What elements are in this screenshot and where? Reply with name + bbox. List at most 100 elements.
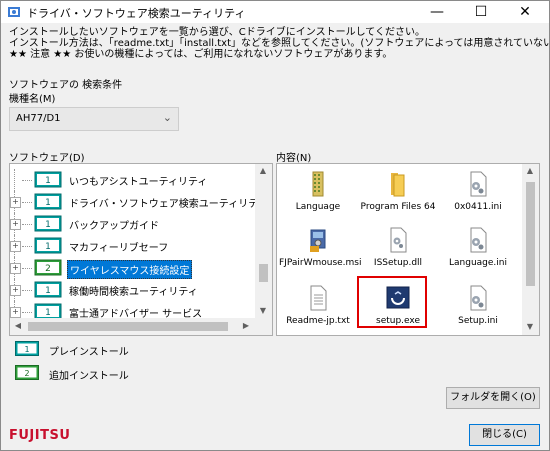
preinstall-badge-icon: 1 [34, 193, 62, 210]
tree-vertical-scrollbar[interactable]: ▲ ▼ [255, 164, 272, 318]
tree-item-label: 稼働時間検索ユーティリティ [69, 287, 198, 298]
window-title: ドライバ・ソフトウェア検索ユーティリティ [27, 7, 246, 20]
preinstall-badge-icon: 1 [34, 171, 62, 188]
file-name: FJPairWmouse.msi [279, 258, 362, 268]
scroll-up-arrow-icon[interactable]: ▲ [255, 166, 271, 175]
file-view-vertical-scrollbar[interactable]: ▲ ▼ [522, 164, 539, 335]
file-item[interactable]: Language [279, 170, 357, 216]
scroll-down-arrow-icon[interactable]: ▼ [522, 322, 538, 331]
scroll-thumb[interactable] [259, 264, 268, 282]
badge-number: 1 [45, 198, 51, 208]
additional-install-badge-icon: 2 [34, 259, 62, 276]
folder-icon-dotted [312, 171, 324, 197]
model-label: 機種名(M) [9, 94, 56, 105]
instructions: インストールしたいソフトウェアを一覧から選び、Cドライブにインストールしてくださ… [9, 27, 549, 60]
file-name: Setup.ini [458, 316, 498, 326]
preinstall-badge-icon: 1 [34, 281, 62, 298]
ini-file-icon [470, 227, 487, 253]
contents-label: 内容(N) [276, 153, 312, 164]
expand-icon[interactable]: + [10, 263, 21, 274]
warning-line: ★★ 注意 ★★ お使いの機種によっては、ご利用になれないソフトウェアがあります… [9, 49, 393, 60]
title-bar: ドライバ・ソフトウェア検索ユーティリティ — ☐ ✕ [1, 1, 549, 23]
expand-icon[interactable]: + [10, 241, 21, 252]
badge-number: 1 [45, 286, 51, 296]
tree-connector [22, 180, 32, 181]
tree-item[interactable]: + 1 稼働時間検索ユーティリティ [10, 279, 260, 301]
app-icon [8, 7, 20, 17]
msi-installer-icon [310, 229, 326, 252]
file-item[interactable]: Language.ini [439, 226, 517, 272]
file-item[interactable]: 0x0411.ini [439, 170, 517, 216]
badge-number: 1 [45, 176, 51, 186]
additional-install-badge-icon: 2 [15, 365, 39, 380]
instruction-line: インストール方法は、「readme.txt」「install.txt」などを参照… [9, 38, 549, 49]
tree-connector [22, 290, 32, 291]
tree-item[interactable]: + 1 ドライバ・ソフトウェア検索ユーティリティ [10, 191, 268, 213]
expand-icon[interactable]: + [10, 285, 21, 296]
open-folder-button[interactable]: フォルダを開く(O) [446, 387, 540, 409]
tree-item[interactable]: + 1 バックアップガイド [10, 213, 260, 235]
ini-file-icon [470, 285, 487, 311]
file-name: Program Files 64 [360, 202, 436, 212]
dll-file-icon [390, 227, 407, 253]
close-button[interactable]: 閉じる(C) [469, 424, 540, 446]
tree-connector [22, 224, 32, 225]
instruction-line: インストールしたいソフトウェアを一覧から選び、Cドライブにインストールしてくださ… [9, 27, 425, 38]
scroll-up-arrow-icon[interactable]: ▲ [522, 166, 538, 175]
scroll-left-arrow-icon[interactable]: ◀ [10, 321, 26, 330]
text-file-icon [310, 285, 327, 311]
tree-item-selected[interactable]: + 2 ワイヤレスマウス接続設定 [10, 257, 260, 279]
file-item[interactable]: Readme-jp.txt [279, 284, 357, 330]
minimize-button[interactable]: — [417, 1, 457, 23]
file-item[interactable]: Setup.ini [439, 284, 517, 330]
folder-icon [391, 173, 405, 197]
setup-highlight-box [357, 276, 427, 328]
badge-number: 2 [24, 369, 29, 378]
model-select[interactable]: AH77/D1 ⌄ [9, 107, 179, 131]
tree-connector [22, 268, 32, 269]
tree-item[interactable]: 1 いつもアシストユーティリティ [10, 169, 260, 191]
file-item[interactable]: FJPairWmouse.msi [279, 226, 362, 272]
tree-item[interactable]: + 1 マカフィーリブセーフ [10, 235, 260, 257]
file-name: Language [295, 202, 341, 212]
model-select-value: AH77/D1 [16, 113, 61, 124]
maximize-button[interactable]: ☐ [461, 1, 501, 23]
scroll-thumb[interactable] [526, 182, 535, 286]
file-item[interactable]: ISSetup.dll [359, 226, 437, 272]
badge-number: 1 [45, 308, 51, 318]
software-tree[interactable]: 1 いつもアシストユーティリティ + 1 ドライバ・ソフトウェア検索ユーティリテ… [9, 163, 273, 336]
search-conditions-heading: ソフトウェアの 検索条件 [9, 80, 123, 91]
badge-number: 1 [45, 220, 51, 230]
file-name: 0x0411.ini [454, 202, 502, 212]
expand-icon[interactable]: + [10, 219, 21, 230]
tree-connector [22, 202, 32, 203]
scroll-right-arrow-icon[interactable]: ▶ [238, 321, 254, 330]
software-label: ソフトウェア(D) [9, 153, 85, 164]
tree-connector [22, 246, 32, 247]
close-window-button[interactable]: ✕ [505, 1, 545, 23]
chevron-down-icon: ⌄ [162, 111, 172, 124]
badge-number: 1 [24, 345, 29, 354]
tree-item-label: ドライバ・ソフトウェア検索ユーティリティ [69, 199, 268, 210]
scroll-down-arrow-icon[interactable]: ▼ [255, 306, 271, 315]
expand-icon[interactable]: + [10, 307, 21, 318]
preinstall-badge-icon: 1 [34, 237, 62, 254]
file-item[interactable]: Program Files 64 [359, 170, 437, 216]
fujitsu-logo: FUJITSU [9, 428, 71, 443]
legend-preinstall-label: プレインストール [49, 347, 129, 358]
file-name: Readme-jp.txt [286, 316, 350, 326]
tree-item-label: マカフィーリブセーフ [69, 243, 169, 254]
file-name: Language.ini [449, 258, 507, 268]
tree-horizontal-scrollbar[interactable]: ◀ ▶ [10, 318, 272, 335]
expand-icon[interactable]: + [10, 197, 21, 208]
preinstall-badge-icon: 1 [15, 341, 39, 356]
tree-connector [22, 312, 32, 313]
file-view[interactable]: Language Program Files 64 0x0411.ini FJP… [276, 163, 540, 336]
scroll-thumb[interactable] [28, 322, 228, 331]
app-window: ドライバ・ソフトウェア検索ユーティリティ — ☐ ✕ インストールしたいソフトウ… [0, 0, 550, 451]
tree-item-label: ワイヤレスマウス接続設定 [67, 260, 193, 279]
legend-additional-label: 追加インストール [49, 371, 129, 382]
preinstall-badge-icon: 1 [34, 215, 62, 232]
badge-number: 1 [45, 242, 51, 252]
badge-number: 2 [45, 264, 51, 274]
